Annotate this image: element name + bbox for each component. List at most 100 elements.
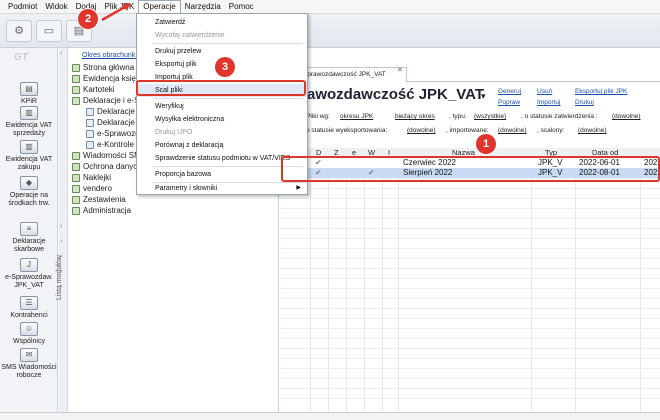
- period-link[interactable]: Okres obrachunk...: [82, 52, 141, 59]
- filter-period-dropdown[interactable]: bieżący okres: [395, 113, 435, 120]
- tab-jpk-vat[interactable]: sprawozdawczość JPK_VAT: [300, 67, 407, 83]
- module-kpir[interactable]: ▤ KPiR: [0, 82, 58, 106]
- tree-label: Administracja: [83, 206, 132, 215]
- toolbar: ⚙ ▭ ▤: [0, 14, 660, 48]
- step-badge-1: 1: [476, 134, 496, 154]
- chevron-down-icon[interactable]: ▾: [481, 91, 486, 102]
- delete-button[interactable]: Usuń: [537, 88, 552, 95]
- chevron-right-icon[interactable]: ›: [60, 223, 62, 230]
- folder-icon: [72, 163, 80, 171]
- filter-merged-label: , scalony:: [537, 127, 565, 134]
- chevron-left-icon[interactable]: ‹: [60, 50, 62, 57]
- tree-label: Naklejki: [83, 173, 112, 182]
- folder-icon: [72, 64, 80, 72]
- module-label: Operacje na środkach trw.: [8, 192, 50, 207]
- module-label: Ewidencja VAT sprzedaży: [5, 122, 53, 137]
- book-icon: ▤: [20, 82, 38, 96]
- generate-button[interactable]: Generuj: [498, 88, 521, 95]
- page-title: Sprawozdawczość JPK_VAT: [282, 86, 485, 103]
- toolbar-folder-icon[interactable]: ▭: [36, 20, 62, 42]
- folder-icon: [72, 97, 80, 105]
- people-icon: ☺: [20, 322, 38, 336]
- folder-icon: [72, 185, 80, 193]
- filter-import-dropdown[interactable]: (dowolne): [498, 127, 527, 134]
- document-icon: [86, 130, 94, 138]
- menu-pomoc[interactable]: Pomoc: [225, 0, 258, 14]
- tree-label: Strona główna: [83, 63, 135, 72]
- document-icon: [86, 119, 94, 127]
- menu-item-params-dictionaries[interactable]: Parametry i słowniki ▶: [137, 182, 307, 195]
- folder-icon: [72, 207, 80, 215]
- step-badge-2: 2: [78, 9, 98, 29]
- ledger-icon: ▥: [20, 140, 38, 154]
- stack-icon: ≡: [20, 222, 38, 236]
- import-button[interactable]: Importuj: [537, 99, 560, 106]
- export-jpk-button[interactable]: Eksportuj plik JPK: [575, 88, 627, 95]
- menu-podmiot[interactable]: Podmiot: [4, 0, 41, 14]
- module-partners[interactable]: ☺ Wspólnicy: [0, 322, 58, 346]
- close-icon[interactable]: ✕: [397, 66, 403, 74]
- module-label: e-Sprawozdaw. JPK_VAT: [5, 274, 53, 289]
- menu-item-e-submission[interactable]: Wysyłka elektroniczna: [137, 113, 307, 126]
- folder-icon: [72, 75, 80, 83]
- module-label: Wspólnicy: [13, 338, 45, 345]
- modules-sidebar: GT ▤ KPiR ▥ Ewidencja VAT sprzedaży ▥ Ewide…: [0, 48, 58, 412]
- document-icon: [86, 108, 94, 116]
- menu-item-withdraw-approval: Wycofaj zatwierdzenie: [155, 32, 225, 39]
- asset-icon: ◆: [20, 176, 38, 190]
- modules-list-label: Lista modułów: [56, 255, 63, 300]
- menu-item-approve[interactable]: Zatwierdź: [137, 16, 307, 29]
- menu-item-print-upo: Drukuj UPO: [155, 129, 193, 136]
- menu-narzedzia[interactable]: Narzędzia: [181, 0, 225, 14]
- tree-item-administration[interactable]: Administracja: [72, 206, 131, 216]
- folder-icon: [72, 174, 80, 182]
- menu-item-verify[interactable]: Weryfikuj: [137, 100, 307, 113]
- filter-approval-dropdown[interactable]: (dowolne): [612, 113, 641, 120]
- step-badge-3: 3: [215, 57, 235, 77]
- module-vat-sales[interactable]: ▥ Ewidencja VAT sprzedaży: [0, 106, 58, 138]
- arrow-pointer-icon: [101, 2, 131, 22]
- highlight-rows: [281, 156, 660, 182]
- module-tax-declarations[interactable]: ≡ Deklaracje skarbowe: [0, 222, 58, 254]
- filter-merged-dropdown[interactable]: (dowolne): [578, 127, 607, 134]
- files-grid: D Z e W I Nazwa Typ Data od ✔ Czerwiec 2…: [280, 148, 660, 412]
- filter-approval-label: , o statusie zatwierdzenia :: [521, 113, 598, 120]
- toolbar-tool-icon[interactable]: ⚙: [6, 20, 32, 42]
- tree-item-cards[interactable]: Kartoteki: [72, 85, 115, 95]
- phone-icon: ✉: [20, 348, 38, 362]
- menu-separator: [153, 98, 303, 99]
- highlight-merge-files: [136, 80, 306, 96]
- module-label: Kontrahenci: [10, 312, 48, 319]
- menu-item-compare-declaration[interactable]: Porównaj z deklaracją: [137, 139, 307, 152]
- fix-button[interactable]: Popraw: [498, 99, 520, 106]
- tree-item-data-protection[interactable]: Ochrona danyc...: [72, 162, 144, 172]
- menu-widok[interactable]: Widok: [41, 0, 71, 14]
- menu-item-print-transfer[interactable]: Drukuj przelew: [137, 45, 307, 58]
- menu-operacje[interactable]: Operacje: [138, 0, 181, 14]
- tree-item-e-audits[interactable]: e-Kontrole ...: [86, 140, 143, 150]
- filter-by-dropdown[interactable]: okresu JPK: [340, 113, 373, 120]
- module-fixed-assets[interactable]: ◆ Operacje na środkach trw.: [0, 176, 58, 208]
- filter-import-label: , importowane:: [446, 127, 489, 134]
- module-label: SMS Wiadomości robocze: [1, 364, 57, 379]
- folder-icon: [72, 86, 80, 94]
- module-contractors[interactable]: ☰ Kontrahenci: [0, 296, 58, 320]
- tree-item-vendero[interactable]: vendero: [72, 184, 112, 194]
- module-sms[interactable]: ✉ SMS Wiadomości robocze: [0, 348, 58, 380]
- ledger-icon: ▥: [20, 106, 38, 120]
- tree-label: vendero: [83, 184, 112, 193]
- tree-item-stickers[interactable]: Naklejki: [72, 173, 111, 183]
- module-label: Ewidencja VAT zakupu: [5, 156, 53, 171]
- tree-label: Ochrona danyc...: [83, 162, 144, 171]
- filter-export-label: o statusie wyeksportowania:: [306, 127, 388, 134]
- menu-bar: Podmiot Widok Dodaj Plik JPK Operacje Na…: [0, 0, 660, 14]
- tree-item-home[interactable]: Strona główna: [72, 63, 134, 73]
- module-e-reporting[interactable]: Je-Sprawozdaw. JPK_VAT: [0, 258, 58, 290]
- filter-type-dropdown[interactable]: (wszystkie): [474, 113, 506, 120]
- tree-label: Kartoteki: [83, 85, 115, 94]
- module-vat-purchase[interactable]: ▥ Ewidencja VAT zakupu: [0, 140, 58, 172]
- print-button[interactable]: Drukuj: [575, 99, 594, 106]
- tree-item-reports[interactable]: Zestawienia: [72, 195, 126, 205]
- filter-export-dropdown[interactable]: (dowolne): [407, 127, 436, 134]
- module-label: Deklaracje skarbowe: [12, 238, 46, 253]
